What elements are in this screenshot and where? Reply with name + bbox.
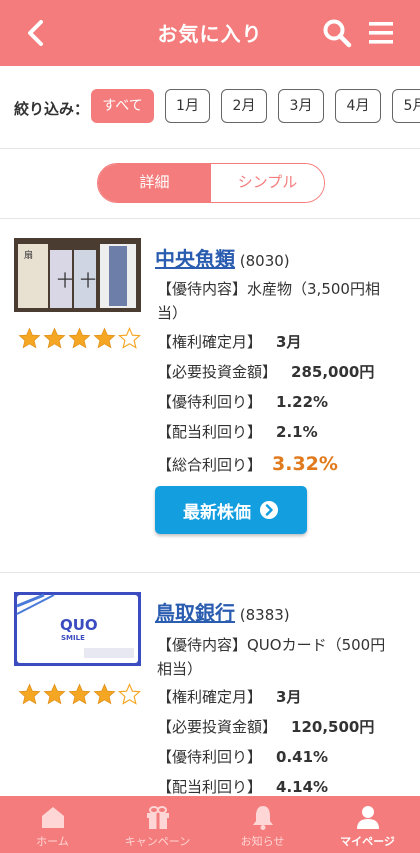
benefit-yield-value: 1.22% <box>276 393 329 411</box>
star-empty-icon <box>118 683 141 705</box>
filter-chip-jan[interactable]: 1月 <box>165 89 210 123</box>
star-filled-icon <box>43 327 66 349</box>
nav-campaign[interactable]: キャンペーン <box>105 796 210 853</box>
page-title: お気に入り <box>157 22 263 46</box>
benefit-content: 【優待内容】水産物（3,500円相 当） <box>157 277 412 325</box>
dividend-yield-label: 【配当利回り】 <box>157 778 263 796</box>
investment-value: 120,500円 <box>291 718 375 736</box>
view-mode-toggle: 詳細 シンプル <box>97 163 325 203</box>
search-icon[interactable] <box>322 18 352 48</box>
quo-card-sub: SMILE <box>61 634 85 642</box>
dividend-yield-label: 【配当利回り】 <box>157 423 263 441</box>
benefit-yield-label: 【優待利回り】 <box>157 748 263 766</box>
latest-price-label: 最新株価 <box>183 502 251 523</box>
stock-title: 鳥取銀行 (8383) <box>155 597 290 626</box>
investment-value: 285,000円 <box>291 363 375 381</box>
hamburger-menu-icon[interactable] <box>368 20 394 46</box>
bottom-navigation: ホーム キャンペーン お知らせ マイページ <box>0 796 420 853</box>
user-icon <box>357 806 379 829</box>
stock-name-link[interactable]: 鳥取銀行 <box>155 601 235 625</box>
filter-chip-feb[interactable]: 2月 <box>221 89 267 123</box>
rating-stars <box>18 683 141 706</box>
investment-row: 【必要投資金額】 120,500円 <box>157 715 412 739</box>
stock-title: 中央魚類 (8030) <box>155 243 290 272</box>
home-icon <box>42 807 64 828</box>
dividend-yield-value: 2.1% <box>276 423 318 441</box>
bell-icon <box>253 806 273 830</box>
benefit-yield-row: 【優待利回り】 1.22% <box>157 390 412 414</box>
filter-label: 絞り込み： <box>14 100 90 118</box>
month-filter-bar: 絞り込み： すべて 1月 2月 3月 4月 5月 <box>0 66 420 149</box>
investment-label: 【必要投資金額】 <box>157 718 278 736</box>
nav-mypage[interactable]: マイページ <box>315 796 420 853</box>
app-header: お気に入り <box>0 0 420 66</box>
nav-home[interactable]: ホーム <box>0 796 105 853</box>
stock-card: QUO SMILE 鳥取銀行 (8383) 【優待内容】QUOカード（500円 … <box>0 573 420 803</box>
filter-chip-mar[interactable]: 3月 <box>278 89 324 123</box>
total-yield-value: 3.32% <box>272 453 338 475</box>
rights-month-value: 3月 <box>276 688 302 706</box>
star-filled-icon <box>93 327 116 349</box>
star-empty-icon <box>118 327 141 349</box>
benefit-yield-row: 【優待利回り】 0.41% <box>157 745 412 769</box>
star-filled-icon <box>68 683 91 705</box>
stock-code: (8383) <box>239 606 290 624</box>
star-filled-icon <box>93 683 116 705</box>
svg-text:十: 十 <box>80 271 96 290</box>
total-yield-row: 【総合利回り】 3.32% <box>157 452 412 477</box>
product-image: 扇 十 十 <box>14 238 141 312</box>
rights-month-label: 【権利確定月】 <box>157 333 263 351</box>
total-yield-label: 【総合利回り】 <box>157 456 263 474</box>
gift-icon <box>147 806 169 829</box>
detail-view-tab[interactable]: 詳細 <box>98 164 211 202</box>
simple-view-tab[interactable]: シンプル <box>211 164 324 202</box>
nav-campaign-label: キャンペーン <box>124 835 191 848</box>
rights-month-row: 【権利確定月】 3月 <box>157 685 412 709</box>
nav-notice-label: お知らせ <box>240 835 285 848</box>
quo-card-image: QUO SMILE <box>14 592 141 666</box>
filter-chip-apr[interactable]: 4月 <box>335 89 381 123</box>
benefit-line-2: 相当） <box>157 660 203 678</box>
benefit-line-2: 当） <box>157 304 188 322</box>
benefit-content: 【優待内容】QUOカード（500円 相当） <box>157 633 412 681</box>
nav-mypage-label: マイページ <box>340 835 395 848</box>
investment-row: 【必要投資金額】 285,000円 <box>157 360 412 384</box>
dividend-yield-row: 【配当利回り】 2.1% <box>157 420 412 444</box>
benefit-line-1: 【優待内容】水産物（3,500円相 <box>157 280 380 298</box>
rights-month-value: 3月 <box>276 333 302 351</box>
stock-name-link[interactable]: 中央魚類 <box>155 247 235 271</box>
dividend-yield-value: 4.14% <box>276 778 329 796</box>
star-filled-icon <box>68 327 91 349</box>
benefit-yield-value: 0.41% <box>276 748 329 766</box>
filter-chip-all[interactable]: すべて <box>91 89 154 123</box>
stock-code: (8030) <box>239 252 290 270</box>
benefit-line-1: 【優待内容】QUOカード（500円 <box>157 636 386 654</box>
rights-month-label: 【権利確定月】 <box>157 688 263 706</box>
filter-chip-may[interactable]: 5月 <box>392 89 420 123</box>
svg-text:扇: 扇 <box>24 249 33 261</box>
rating-stars <box>18 327 141 350</box>
rights-month-row: 【権利確定月】 3月 <box>157 330 412 354</box>
chevron-right-circle-icon <box>260 501 278 519</box>
stock-card: 扇 十 十 中央魚類 (8030) 【優待内容】水産物（3,500円相 当） 【… <box>0 219 420 573</box>
benefit-yield-label: 【優待利回り】 <box>157 393 263 411</box>
svg-text:十: 十 <box>57 271 73 290</box>
investment-label: 【必要投資金額】 <box>157 363 278 381</box>
star-filled-icon <box>43 683 66 705</box>
nav-notice[interactable]: お知らせ <box>210 796 315 853</box>
nav-home-label: ホーム <box>36 835 69 848</box>
star-filled-icon <box>18 683 41 705</box>
quo-card-logo: QUO <box>60 616 98 634</box>
latest-price-button[interactable]: 最新株価 <box>155 486 307 534</box>
star-filled-icon <box>18 327 41 349</box>
